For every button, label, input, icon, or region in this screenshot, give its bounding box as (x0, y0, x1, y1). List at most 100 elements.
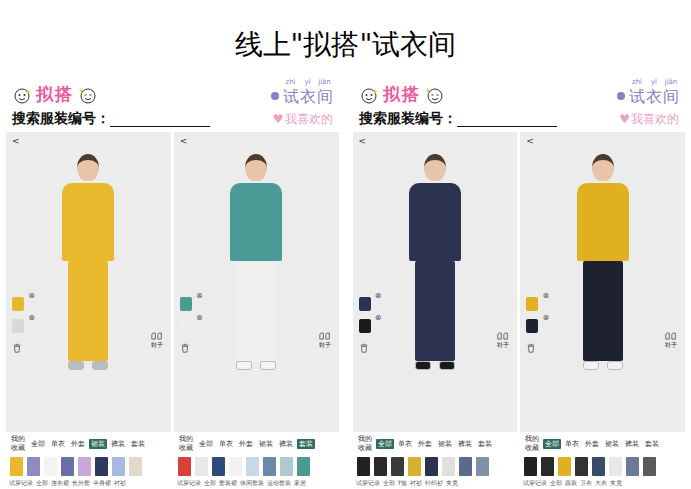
subcategory[interactable]: 夹克 (610, 479, 622, 487)
category-tab[interactable]: 单衣 (563, 439, 581, 449)
clothing-thumbnail[interactable] (374, 457, 387, 476)
category-tab[interactable]: 我的收藏 (523, 434, 541, 453)
subcategory[interactable]: 试穿记录 (177, 479, 201, 487)
subcategory[interactable]: 试穿记录 (523, 479, 547, 487)
subcategory[interactable]: 衬衫 (114, 479, 126, 487)
search-field[interactable] (457, 112, 557, 127)
remove-button[interactable]: ⊗ (196, 314, 203, 322)
category-tab[interactable]: 单衣 (49, 439, 67, 449)
subcategory[interactable]: 卫衣 (580, 479, 592, 487)
category-tab[interactable]: 套装 (129, 439, 147, 449)
subcategory[interactable]: 运动套装 (267, 479, 291, 487)
remove-button[interactable]: ⊗ (28, 314, 35, 322)
category-tab[interactable]: 裤装 (623, 439, 641, 449)
clothing-thumbnail[interactable] (44, 457, 57, 476)
search-field[interactable] (110, 112, 210, 127)
clothing-thumbnail[interactable] (27, 457, 40, 476)
worn-item[interactable]: ⊗ (180, 319, 196, 335)
clothing-thumbnail[interactable] (575, 457, 588, 476)
clothing-thumbnail[interactable] (61, 457, 74, 476)
category-tab[interactable]: 外套 (69, 439, 87, 449)
category-tab[interactable]: 我的收藏 (356, 434, 374, 453)
subcategory[interactable]: 套装裙 (219, 479, 237, 487)
category-tab[interactable]: 我的收藏 (177, 434, 195, 453)
subcategory[interactable]: 家居 (294, 479, 306, 487)
clothing-thumbnail[interactable] (178, 457, 191, 476)
clothing-thumbnail[interactable] (425, 457, 438, 476)
category-tab[interactable]: 套装 (297, 439, 315, 449)
category-tab[interactable]: 裙装 (257, 439, 275, 449)
subcategory[interactable]: 全部 (550, 479, 562, 487)
subcategory[interactable]: 全部 (383, 479, 395, 487)
clothing-thumbnail[interactable] (626, 457, 639, 476)
trash-icon[interactable] (12, 343, 22, 353)
clothing-thumbnail[interactable] (263, 457, 276, 476)
remove-button[interactable]: ⊗ (375, 292, 382, 300)
back-button[interactable]: < (359, 136, 367, 146)
subcategory[interactable]: 试穿记录 (9, 479, 33, 487)
clothing-thumbnail[interactable] (78, 457, 91, 476)
clothing-thumbnail[interactable] (229, 457, 242, 476)
category-tab[interactable]: 裙装 (603, 439, 621, 449)
remove-button[interactable]: ⊗ (196, 292, 203, 300)
category-tab[interactable]: 外套 (583, 439, 601, 449)
favorites-link[interactable]: ♥我喜欢的 (619, 111, 679, 128)
favorites-link[interactable]: ♥我喜欢的 (273, 111, 333, 128)
shoes-button[interactable]: 鞋子 (497, 332, 509, 348)
category-tab[interactable]: 套装 (476, 439, 494, 449)
clothing-thumbnail[interactable] (391, 457, 404, 476)
subcategory[interactable]: 衬衫 (410, 479, 422, 487)
subcategory[interactable]: 连衣裙 (51, 479, 69, 487)
clothing-thumbnail[interactable] (297, 457, 310, 476)
remove-button[interactable]: ⊗ (543, 314, 550, 322)
clothing-thumbnail[interactable] (609, 457, 622, 476)
worn-item[interactable]: ⊗ (359, 319, 375, 335)
worn-item[interactable]: ⊗ (526, 319, 542, 335)
subcategory[interactable]: 长外套 (72, 479, 90, 487)
category-tab[interactable]: 外套 (416, 439, 434, 449)
clothing-thumbnail[interactable] (592, 457, 605, 476)
clothing-thumbnail[interactable] (195, 457, 208, 476)
clothing-thumbnail[interactable] (129, 457, 142, 476)
category-tab[interactable]: 全部 (543, 439, 561, 449)
worn-item[interactable]: ⊗ (12, 297, 28, 313)
category-tab[interactable]: 全部 (376, 439, 394, 449)
clothing-thumbnail[interactable] (476, 457, 489, 476)
subcategory[interactable]: 半身裙 (93, 479, 111, 487)
trash-icon[interactable] (359, 343, 369, 353)
clothing-thumbnail[interactable] (212, 457, 225, 476)
category-tab[interactable]: 裙装 (89, 439, 107, 449)
subcategory[interactable]: T恤 (398, 479, 408, 487)
subcategory[interactable]: 全部 (204, 479, 216, 487)
clothing-thumbnail[interactable] (459, 457, 472, 476)
category-tab[interactable]: 外套 (237, 439, 255, 449)
category-tab[interactable]: 单衣 (396, 439, 414, 449)
category-tab[interactable]: 套装 (643, 439, 661, 449)
worn-item[interactable]: ⊗ (526, 297, 542, 313)
shoes-button[interactable]: 鞋子 (319, 332, 331, 348)
clothing-thumbnail[interactable] (442, 457, 455, 476)
back-button[interactable]: < (526, 136, 534, 146)
clothing-thumbnail[interactable] (524, 457, 537, 476)
back-button[interactable]: < (180, 136, 188, 146)
clothing-thumbnail[interactable] (541, 457, 554, 476)
clothing-thumbnail[interactable] (643, 457, 656, 476)
clothing-thumbnail[interactable] (246, 457, 259, 476)
subcategory[interactable]: 针织衫 (425, 479, 443, 487)
clothing-thumbnail[interactable] (558, 457, 571, 476)
shoes-button[interactable]: 鞋子 (151, 332, 163, 348)
category-tab[interactable]: 裙装 (436, 439, 454, 449)
worn-item[interactable]: ⊗ (12, 319, 28, 335)
clothing-thumbnail[interactable] (112, 457, 125, 476)
category-tab[interactable]: 裤装 (277, 439, 295, 449)
category-tab[interactable]: 我的收藏 (9, 434, 27, 453)
remove-button[interactable]: ⊗ (375, 314, 382, 322)
trash-icon[interactable] (526, 343, 536, 353)
subcategory[interactable]: 全部 (36, 479, 48, 487)
clothing-thumbnail[interactable] (357, 457, 370, 476)
category-tab[interactable]: 裤装 (456, 439, 474, 449)
clothing-thumbnail[interactable] (95, 457, 108, 476)
clothing-thumbnail[interactable] (280, 457, 293, 476)
category-tab[interactable]: 全部 (197, 439, 215, 449)
subcategory[interactable]: 试穿记录 (356, 479, 380, 487)
